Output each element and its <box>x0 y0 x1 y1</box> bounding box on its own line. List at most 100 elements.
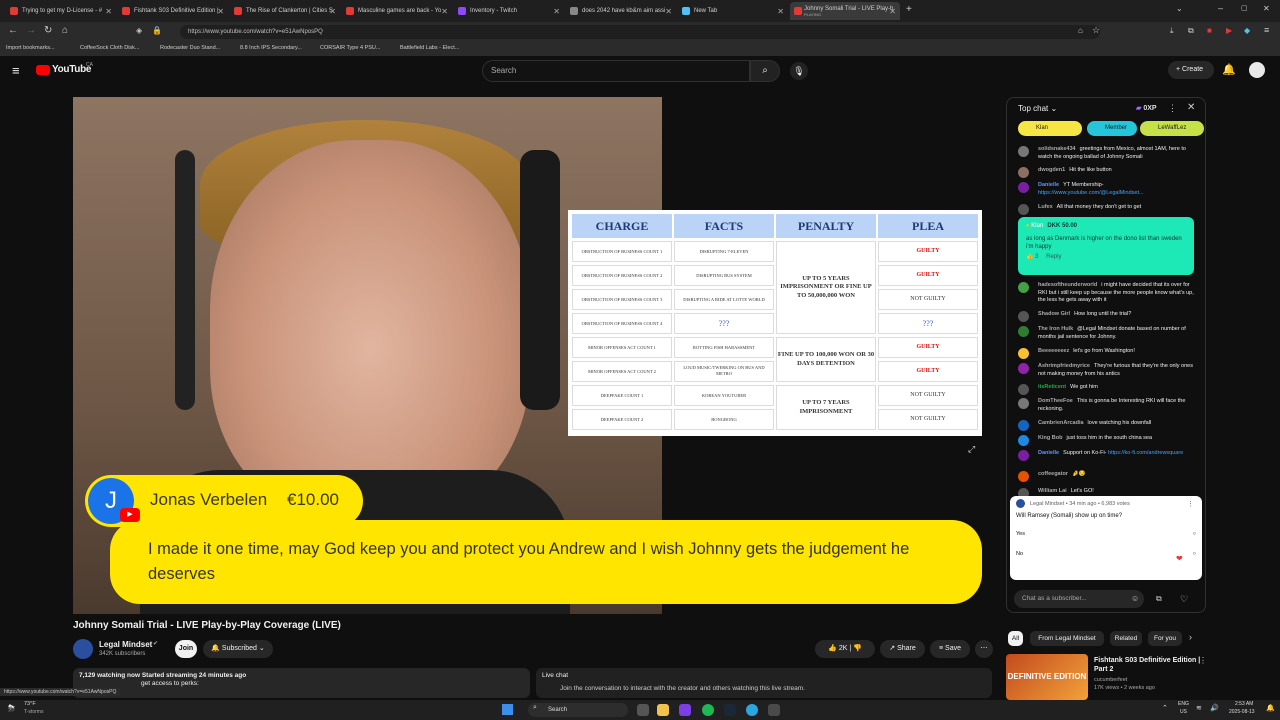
region-label[interactable]: US <box>1180 709 1187 715</box>
recommendation-title[interactable]: Fishtank S03 Definitive Edition | Part 2 <box>1094 656 1204 674</box>
close-icon[interactable]: ✕ <box>441 7 448 16</box>
chat-link[interactable]: https://ko-fi.com/andrewsquare <box>1108 450 1183 456</box>
more-vert-icon[interactable]: ⋮ <box>1199 656 1207 665</box>
filter-chip[interactable]: For you <box>1148 631 1182 646</box>
tab-7-active[interactable]: Johnny Somali Trial - LIVE Play-b PLAYING… <box>790 2 900 20</box>
youtube-extension-icon[interactable]: ▶ <box>1226 26 1232 35</box>
close-icon[interactable]: ✕ <box>217 7 224 16</box>
chat-author[interactable]: William Lai <box>1038 488 1067 494</box>
chat-author[interactable]: Lufex <box>1038 204 1053 210</box>
new-tab-icon[interactable]: + <box>906 4 912 15</box>
close-icon[interactable]: ✕ <box>1187 102 1195 113</box>
close-icon[interactable]: ✕ <box>105 7 112 16</box>
chat-author[interactable]: Ashrimpfriedmyrice <box>1038 363 1090 369</box>
lock-icon[interactable]: 🔒 <box>152 26 162 35</box>
channel-avatar[interactable] <box>73 639 93 659</box>
tab-3[interactable]: Masculine games are back - Yo ✕ <box>340 2 452 20</box>
search-icon[interactable]: ⌕ <box>750 60 780 82</box>
extensions-icon[interactable]: ⧉ <box>1188 26 1194 36</box>
bookmark-item[interactable]: CORSAIR Type 4 PSU... <box>320 45 380 51</box>
chat-link[interactable]: https://www.youtube.com/@LegalMindset... <box>1038 190 1144 196</box>
tab-1[interactable]: Fishtank S03 Definitive Edition | ✕ <box>116 2 228 20</box>
menu-icon[interactable]: ≡ <box>1264 25 1269 35</box>
chat-input[interactable]: Chat as a subscriber... <box>1014 590 1144 608</box>
more-vert-icon[interactable]: ⋮ <box>1168 103 1177 114</box>
notifications-bell-icon[interactable]: 🔔 <box>1222 63 1236 76</box>
tab-2[interactable]: The Rise of Clankerton | Cities S ✕ <box>228 2 340 20</box>
extension-icon[interactable]: ◆ <box>1244 26 1250 35</box>
chat-author[interactable]: solidsnake434 <box>1038 146 1076 152</box>
translate-icon[interactable]: ⌂ <box>1078 26 1083 35</box>
fullscreen-icon[interactable]: ⤢ <box>968 444 975 455</box>
close-icon[interactable]: ✕ <box>665 7 672 16</box>
chat-chip[interactable]: Klan <box>1018 121 1082 136</box>
bookmark-item[interactable]: Battlefield Labs - Elect... <box>400 45 459 51</box>
chat-author[interactable]: CambrienArcadia <box>1038 420 1084 426</box>
live-chat-teaser[interactable]: Live chat Join the conversation to inter… <box>536 668 992 698</box>
chat-author[interactable]: The Iron Hulk <box>1038 326 1073 332</box>
clock-time[interactable]: 2:53 AM <box>1235 701 1253 707</box>
avatar[interactable] <box>1249 62 1265 78</box>
language-label[interactable]: ENG <box>1178 701 1189 707</box>
tab-0[interactable]: Trying to get my D-License - # ✕ <box>4 2 116 20</box>
xp-badge[interactable]: ▰ 0XP <box>1136 104 1157 112</box>
top-chat-dropdown[interactable]: Top chat ⌄ <box>1018 104 1057 113</box>
shield-icon[interactable]: ◈ <box>136 26 142 35</box>
download-icon[interactable]: ⤓ <box>1170 26 1174 36</box>
super-chat-card[interactable]: ● Klan DKK 50.00 as long as Denmark is hi… <box>1018 217 1194 275</box>
emoji-icon[interactable]: ☺ <box>1131 594 1139 603</box>
poll-option[interactable]: Yes ○ <box>1016 531 1196 537</box>
share-button[interactable]: ↗ Share <box>880 640 925 658</box>
windows-start-icon[interactable] <box>502 704 513 715</box>
chat-chip[interactable]: LeWaffLez <box>1140 121 1204 136</box>
close-icon[interactable]: ✕ <box>889 7 896 16</box>
thumbs-up-icon[interactable]: 👍 <box>1026 254 1035 260</box>
channel-name[interactable]: Legal Mindset <box>99 640 152 649</box>
taskbar-search[interactable]: Search <box>528 703 628 717</box>
chat-author[interactable]: coffeegator <box>1038 471 1068 477</box>
more-vert-icon[interactable]: ⋮ <box>1187 500 1194 508</box>
chat-author[interactable]: Shadow Girl <box>1038 311 1070 317</box>
clock-date[interactable]: 2025-08-13 <box>1229 709 1255 715</box>
close-window-icon[interactable]: ✕ <box>1263 4 1270 13</box>
back-icon[interactable]: ← <box>8 25 18 36</box>
chat-author[interactable]: Danielle <box>1038 450 1059 456</box>
reload-icon[interactable]: ↻ <box>44 25 52 36</box>
microphone-icon[interactable]: 🎙 <box>790 62 808 80</box>
close-icon[interactable]: ✕ <box>553 7 560 16</box>
tab-6[interactable]: New Tab ✕ <box>676 2 788 20</box>
sticker-icon[interactable]: ⧉ <box>1156 594 1162 604</box>
reply-button[interactable]: Reply <box>1046 254 1061 260</box>
heart-icon[interactable]: ♡ <box>1180 594 1188 605</box>
filter-chip[interactable]: Related <box>1110 631 1142 646</box>
search-input[interactable]: Search <box>482 60 750 82</box>
tab-5[interactable]: does 2042 have kb&m aim assi ✕ <box>564 2 676 20</box>
bookmark-item[interactable]: Import bookmarks... <box>6 45 55 51</box>
file-explorer-icon[interactable] <box>657 704 669 716</box>
bookmark-item[interactable]: 8.8 Inch IPS Secondary... <box>240 45 302 51</box>
address-bar[interactable]: https://www.youtube.com/watch?v=e51AwNpo… <box>180 25 1100 39</box>
subscribed-button[interactable]: 🔔 Subscribed ⌄ <box>203 640 273 658</box>
chat-author[interactable]: Beeeeeeeez <box>1038 348 1069 354</box>
bookmark-item[interactable]: CoffeeSock Cloth Disk... <box>80 45 140 51</box>
radio-icon[interactable]: ○ <box>1193 551 1196 557</box>
chat-author[interactable]: hadesoftheunderworld <box>1038 282 1097 288</box>
radio-icon[interactable]: ○ <box>1193 531 1196 537</box>
poll-option[interactable]: No ○ <box>1016 551 1196 557</box>
close-icon[interactable]: ✕ <box>777 7 784 16</box>
filter-chip[interactable]: From Legal Mindset <box>1030 631 1104 646</box>
filter-chip-all[interactable]: All <box>1008 631 1023 646</box>
close-icon[interactable]: ✕ <box>329 7 336 16</box>
task-view-icon[interactable] <box>637 704 649 716</box>
weather-icon[interactable]: ⛈ <box>8 703 15 714</box>
chevron-right-icon[interactable]: › <box>1189 632 1192 642</box>
volume-icon[interactable]: 🔊 <box>1210 704 1219 712</box>
wifi-icon[interactable]: ≋ <box>1196 704 1202 712</box>
recommendation-channel[interactable]: cucumberfeet <box>1094 676 1204 684</box>
chat-author[interactable]: Danielle <box>1038 182 1059 188</box>
hamburger-menu-icon[interactable]: ≡ <box>12 63 20 78</box>
create-button[interactable]: + Create <box>1168 61 1214 79</box>
extension-icon[interactable]: ■ <box>1207 26 1212 35</box>
home-icon[interactable]: ⌂ <box>62 25 68 36</box>
chat-author[interactable]: DomTheeFoe <box>1038 398 1073 404</box>
